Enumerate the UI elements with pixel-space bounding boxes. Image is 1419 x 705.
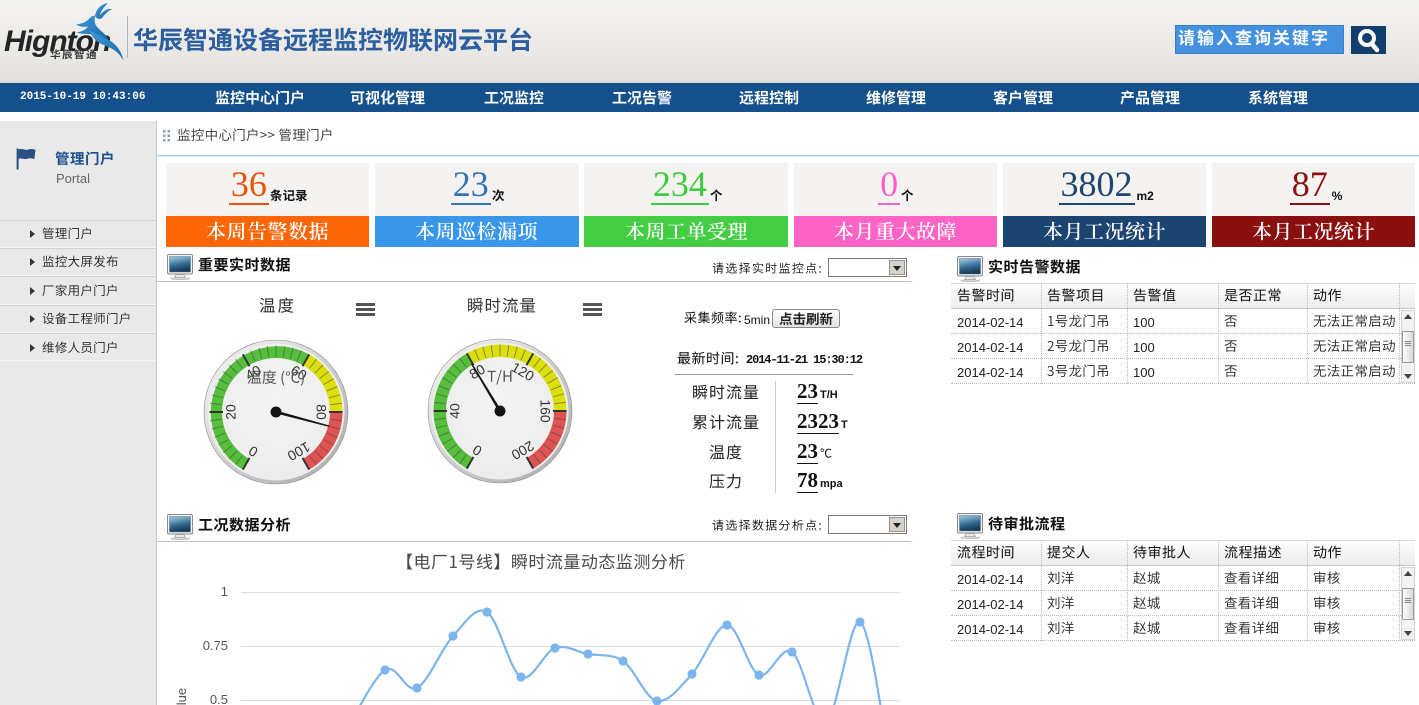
svg-text:160: 160: [537, 399, 553, 423]
svg-text:20: 20: [222, 404, 238, 420]
svg-text:80: 80: [313, 404, 329, 420]
svg-text:0.75: 0.75: [203, 638, 228, 653]
svg-text:40: 40: [446, 403, 462, 419]
svg-text:0.5: 0.5: [210, 692, 228, 705]
svg-text:1: 1: [221, 584, 228, 599]
svg-text:value: value: [174, 688, 189, 705]
